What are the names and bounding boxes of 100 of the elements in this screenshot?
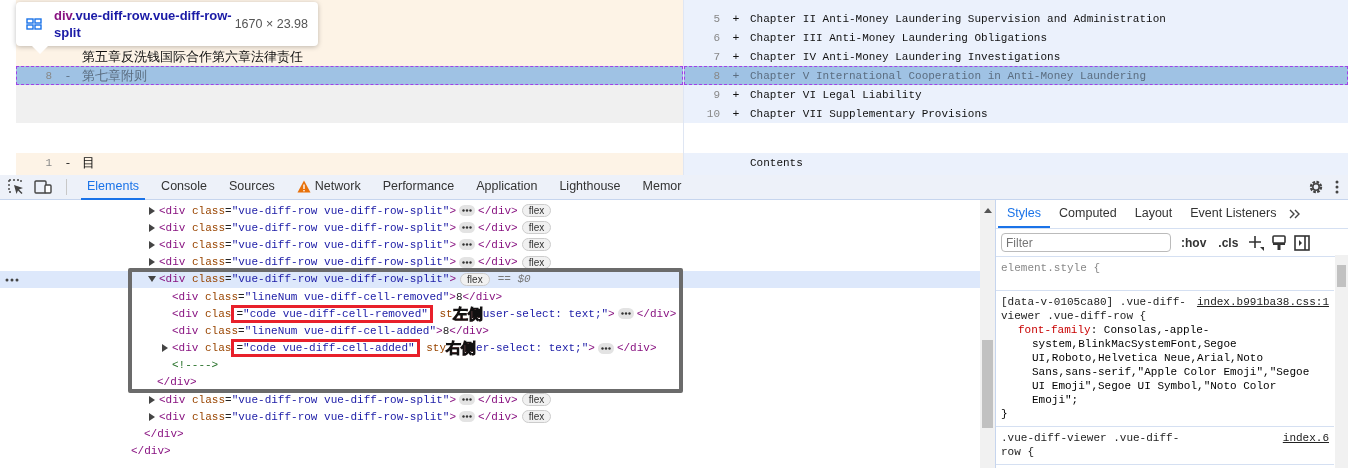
scroll-up-icon[interactable] [984, 208, 992, 213]
flex-badge[interactable]: flex [521, 221, 552, 235]
element-size: 1670 × 23.98 [234, 17, 308, 31]
device-icon[interactable] [34, 179, 52, 195]
node-row[interactable]: <div class="vue-diff-row vue-diff-row-split"> </div> flex [0, 202, 980, 220]
ellipsis-icon[interactable] [459, 256, 476, 268]
diff-sign: + [731, 31, 741, 44]
expand-triangle-icon[interactable] [161, 344, 169, 353]
panel-tab[interactable]: Lighthouse [553, 174, 627, 200]
scrollbar[interactable] [980, 200, 995, 468]
filter-field[interactable]: Filter [1001, 233, 1171, 252]
panel-tab[interactable]: Network [290, 174, 367, 200]
expand-triangle-icon[interactable] [148, 412, 156, 421]
flex-badge[interactable]: flex [521, 393, 552, 407]
markup-text: st [438, 307, 453, 320]
markup-text: er-select: text;"> [476, 342, 595, 355]
scroll-thumb[interactable] [1337, 265, 1346, 287]
collapse-triangle-icon[interactable] [148, 275, 156, 284]
markup-text: <div class="vue-diff-row vue-diff-row-split"> [159, 204, 457, 217]
line-text: Chapter II Anti-Money Laundering Supervision and Administration [750, 12, 1166, 25]
scrollbar[interactable] [1335, 255, 1348, 468]
node-row[interactable]: <div class="vue-diff-row vue-diff-row-split"> </div> flex [0, 391, 980, 409]
highlighted-markup: ="code vue-diff-cell-removed" [231, 304, 433, 323]
ellipsis-icon[interactable] [617, 308, 634, 320]
line-text: Contents [750, 156, 803, 169]
diff-sign: + [731, 107, 741, 120]
panel-tab[interactable]: Sources [223, 174, 281, 200]
markup-text: </div> [478, 221, 518, 234]
line-text: 第五章反洗钱国际合作第六章法律责任 [82, 47, 303, 66]
css-declaration: font-family: Consolas,-apple-system,BlinkMacSystemFont,Segoe UI,Roboto,Helvetica Neue,Arial,Noto Sans,sans-serif,"Apple Color Emoji","Segoe UI Emoji",Segoe UI Symbol,"Noto Color Emoji"; [1018, 323, 1311, 407]
sidebar-tab[interactable]: Styles [998, 200, 1051, 228]
css-selector: [data-v-0105ca80] .vue-diff-viewer .vue-diff-row { [1001, 295, 1187, 323]
panel-tab[interactable]: Performance [376, 174, 461, 200]
node-row[interactable]: <div class="vue-diff-row vue-diff-row-split"> </div> flex [0, 236, 980, 254]
line-text: Chapter VI Legal Liability [750, 88, 922, 101]
markup-text: </div> [144, 428, 184, 441]
sidebar-tab[interactable]: Computed [1050, 200, 1126, 228]
source-link[interactable]: index.6 [1282, 431, 1329, 445]
source-link[interactable]: index.b991ba38.css:1 [1196, 295, 1329, 309]
line-text: Chapter VII Supplementary Provisions [750, 107, 988, 120]
markup-text: </div> [157, 376, 197, 389]
expand-triangle-icon[interactable] [148, 258, 156, 267]
ellipsis-icon[interactable] [459, 394, 476, 406]
sidebar-tab[interactable]: Event Listeners [1181, 200, 1286, 228]
highlighted-markup: ="code vue-diff-cell-added" [231, 339, 420, 358]
node-row[interactable]: <div class="vue-diff-row vue-diff-row-split"> </div> flex [0, 219, 980, 237]
markup-text: <div class="vue-diff-row vue-diff-row-split"> [159, 410, 457, 423]
ellipsis-icon[interactable] [597, 342, 614, 354]
annotation-label: 左侧 [452, 305, 483, 322]
line-number: 5 [712, 12, 721, 25]
expand-triangle-icon[interactable] [148, 206, 156, 215]
css-selector: .vue-diff-viewer .vue-diff-row { [1001, 431, 1181, 459]
diff-sign: - [63, 69, 73, 82]
chevron-icon[interactable] [1289, 209, 1302, 219]
css-selector: element.style { [1001, 261, 1101, 275]
line-text: Chapter IV Anti-Money Laundering Investigations [750, 50, 1061, 63]
plus-icon[interactable] [1248, 234, 1265, 251]
markup-text: </div> [478, 256, 518, 269]
line-number: 1 [44, 156, 53, 169]
ellipsis-icon[interactable] [459, 205, 476, 217]
markup-text: <div class="vue-diff-row vue-diff-row-split"> [159, 256, 457, 269]
flex-badge[interactable]: flex [521, 255, 552, 269]
scroll-thumb[interactable] [982, 340, 993, 428]
markup-text: <div clas [172, 342, 232, 355]
ellipsis-icon[interactable] [459, 239, 476, 251]
sidebar-tab[interactable]: Layout [1125, 200, 1182, 228]
line-text: Chapter III Anti-Money Laundering Obligations [750, 31, 1048, 44]
warning-icon [296, 179, 311, 193]
more-icon[interactable] [1334, 179, 1340, 195]
expand-triangle-icon[interactable] [148, 395, 156, 404]
panel-tab[interactable]: Console [155, 174, 213, 200]
panel-tab[interactable]: Memor [636, 174, 688, 200]
ellipsis-icon[interactable] [459, 222, 476, 234]
panel-tab[interactable]: Elements [81, 174, 146, 200]
sidebar-toggle-icon[interactable] [1294, 234, 1311, 251]
flex-badge[interactable]: flex [521, 204, 552, 218]
line-text: 第七章附则 [82, 66, 147, 85]
node-row[interactable]: <div class="vue-diff-row vue-diff-row-split"> </div> flex [0, 408, 980, 426]
markup-text: <div class="vue-diff-row vue-diff-row-split"> [159, 393, 457, 406]
line-number: 6 [712, 31, 721, 44]
inspect-icon[interactable] [8, 179, 24, 195]
expand-triangle-icon[interactable] [148, 223, 156, 232]
diff-sign: - [63, 156, 73, 169]
selected-marker: == $0 [497, 273, 531, 286]
markup-text: sty [425, 342, 447, 355]
markup-text: <div class="lineNum vue-diff-cell-removed">8</div> [172, 290, 503, 303]
ellipsis-icon[interactable] [459, 411, 476, 423]
hov-button[interactable]: :hov [1179, 235, 1209, 250]
settings-icon[interactable] [1308, 179, 1324, 195]
node-row[interactable]: <div class="vue-diff-row vue-diff-row-split"> </div> flex [0, 253, 980, 271]
more-icon[interactable] [5, 277, 19, 282]
panel-tab[interactable]: Application [470, 174, 544, 200]
cls-button[interactable]: .cls [1216, 235, 1241, 250]
flex-badge[interactable]: flex [521, 238, 552, 252]
expand-triangle-icon[interactable] [148, 240, 156, 249]
markup-text: </div> [478, 204, 518, 217]
flex-badge[interactable]: flex [521, 410, 552, 424]
paint-brush-icon[interactable] [1272, 234, 1287, 251]
flex-badge[interactable]: flex [460, 272, 490, 286]
selected-node-row[interactable]: <div class="vue-diff-row vue-diff-row-split"> flex == $0 [0, 270, 980, 288]
